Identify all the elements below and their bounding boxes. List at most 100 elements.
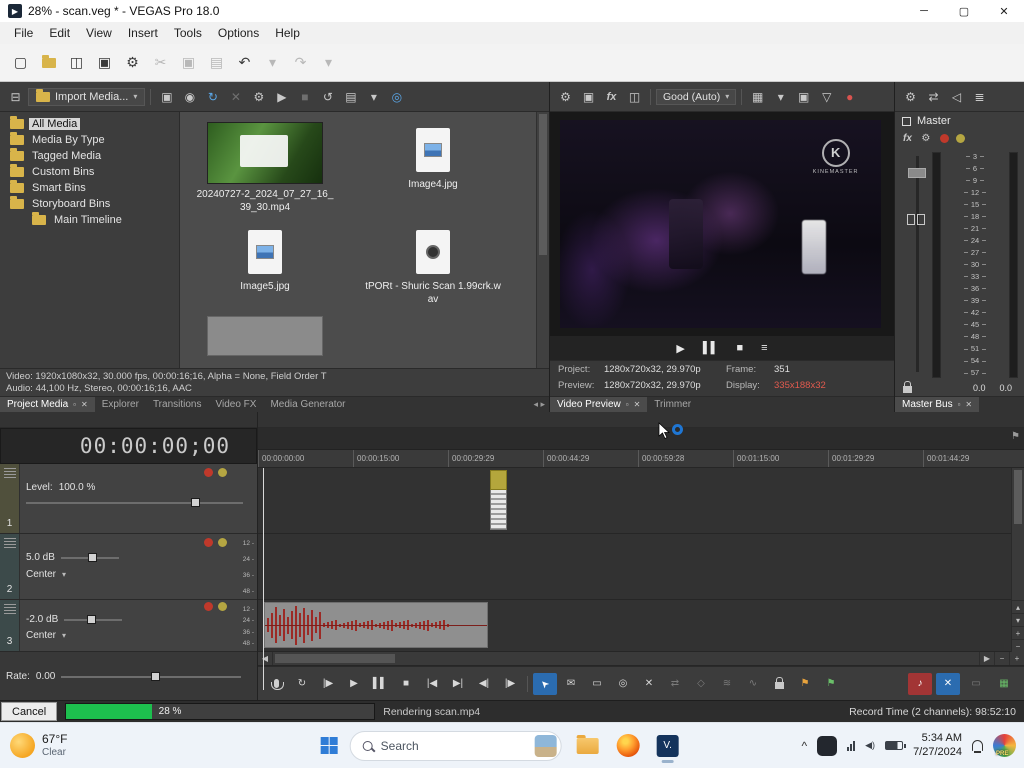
mute-all-audio-button[interactable]: ♪ — [908, 672, 932, 695]
mute-button[interactable] — [939, 133, 949, 143]
previous-frame-button[interactable]: ◀| — [472, 673, 496, 695]
track-grip[interactable]: 1 — [0, 464, 20, 533]
taskbar-app-explorer[interactable] — [574, 732, 602, 760]
play-from-start-button[interactable]: |▶ — [316, 673, 340, 695]
search-media-button[interactable]: ◎ — [386, 86, 407, 107]
tree-item-smart-bins[interactable]: Smart Bins — [0, 180, 179, 196]
next-frame-button[interactable]: |▶ — [498, 673, 522, 695]
close-tab-icon[interactable]: ✕ — [81, 400, 88, 409]
volume-icon[interactable]: ◀) — [865, 740, 875, 751]
media-item[interactable]: 20240727-2_2024_07_27_16_39_30.mp4 — [190, 122, 340, 214]
marker-bar[interactable]: ⚑ — [258, 428, 1024, 450]
audio-event[interactable] — [264, 602, 488, 648]
taskbar-app-firefox[interactable] — [614, 732, 642, 760]
loop-playback-button[interactable]: ↻ — [290, 673, 314, 695]
hidden-icons-chevron[interactable]: ^ — [802, 739, 808, 753]
preview-stop-button[interactable]: ■ — [736, 342, 743, 354]
erase-tool[interactable]: ✕ — [637, 673, 661, 695]
tree-item-custom-bins[interactable]: Custom Bins — [0, 164, 179, 180]
tab-scroll-arrows[interactable]: ◂ ▸ — [529, 399, 549, 410]
volume-slider[interactable] — [60, 552, 119, 563]
battery-icon[interactable] — [885, 741, 906, 750]
media-views-button[interactable]: ▤ — [340, 86, 361, 107]
new-project-button[interactable]: ▢ — [8, 50, 33, 75]
import-media-button[interactable]: Import Media... ▾ — [28, 87, 146, 106]
save-project-button[interactable]: ◫ — [64, 50, 89, 75]
go-to-end-button[interactable]: ▶| — [446, 673, 470, 695]
tray-app-icon[interactable] — [817, 735, 838, 756]
track-grip[interactable]: 2 — [0, 534, 20, 599]
lock-icon[interactable] — [903, 381, 912, 393]
pan-dropdown-icon[interactable]: ▾ — [62, 631, 66, 640]
dim-output-button[interactable]: ◁ — [946, 86, 967, 107]
audio-track-lane[interactable] — [258, 534, 1024, 600]
video-event[interactable] — [490, 470, 507, 530]
tab-video-fx[interactable]: Video FX — [208, 397, 263, 413]
preview-quality-select[interactable]: Good (Auto) ▾ — [656, 88, 737, 105]
normal-edit-tool[interactable]: ➤ — [533, 672, 557, 695]
zoom-out-button[interactable]: − — [994, 652, 1009, 665]
media-item[interactable]: tPORt - Shuric Scan 1.99crk.wav — [358, 224, 508, 306]
float-window-icon[interactable]: ▫ — [73, 400, 76, 409]
downmix-output-button[interactable]: ⇄ — [923, 86, 944, 107]
float-window-icon[interactable]: ▫ — [626, 400, 629, 409]
fx-button[interactable]: fx — [903, 133, 912, 144]
scrollbar-thumb[interactable] — [275, 654, 395, 663]
tab-project-media[interactable]: Project Media ▫ ✕ — [0, 396, 95, 413]
tab-master-bus[interactable]: Master Bus ▫ ✕ — [895, 396, 980, 413]
mute-button[interactable] — [204, 538, 213, 547]
preview-menu-button[interactable]: ≡ — [761, 342, 767, 354]
network-icon[interactable] — [847, 740, 856, 751]
mixer-grid-button[interactable]: ▦ — [992, 673, 1016, 695]
tab-video-preview[interactable]: Video Preview ▫ ✕ — [550, 396, 648, 413]
rate-slider[interactable] — [61, 671, 241, 682]
tab-media-generator[interactable]: Media Generator — [263, 397, 352, 413]
menu-options[interactable]: Options — [210, 24, 267, 42]
fader-handle[interactable] — [908, 168, 926, 178]
master-properties-button[interactable]: ⚙ — [900, 86, 921, 107]
scrollbar-thumb[interactable] — [1014, 470, 1022, 524]
automation-settings-icon[interactable]: ⚙ — [919, 131, 933, 145]
close-button[interactable]: ✕ — [984, 0, 1024, 22]
zoom-in-track-button[interactable]: + — [1012, 626, 1024, 639]
go-to-start-button[interactable]: |◀ — [420, 673, 444, 695]
minimize-button[interactable]: ─ — [904, 0, 944, 22]
level-slider[interactable] — [26, 497, 243, 508]
video-track-lane[interactable] — [258, 468, 1024, 534]
close-tab-icon[interactable]: ✕ — [965, 400, 972, 409]
pause-button[interactable]: ▌▌ — [368, 673, 392, 695]
preview-pause-button[interactable]: ▌▌ — [703, 342, 719, 354]
search-highlight-image[interactable] — [534, 734, 557, 757]
capture-video-button[interactable]: ▣ — [156, 86, 177, 107]
pan-dropdown-icon[interactable]: ▾ — [62, 570, 66, 579]
auto-preview-button[interactable]: ↺ — [317, 86, 338, 107]
solo-button[interactable] — [955, 133, 965, 143]
cancel-button[interactable]: Cancel — [1, 702, 58, 721]
zoom-in-button[interactable]: + — [1009, 652, 1024, 665]
audio-track-header[interactable]: 3 -2.0 dB Center ▾ 12243648 — [0, 600, 257, 652]
solo-button[interactable] — [218, 602, 227, 611]
record-button[interactable] — [264, 673, 288, 695]
time-ruler[interactable]: 00:00:00:00 00:00:15:00 00:00:29:29 00:00:4… — [258, 450, 1024, 468]
maximize-button[interactable]: ▢ — [944, 0, 984, 22]
marker-tool-icon[interactable]: ⚑ — [1011, 431, 1020, 442]
media-properties-button[interactable]: ⚙ — [248, 86, 269, 107]
zoom-edit-tool[interactable]: ◎ — [611, 673, 635, 695]
video-track-header[interactable]: 1 Level: 100.0 % — [0, 464, 257, 534]
dock-icon[interactable]: ⊟ — [5, 86, 26, 107]
tree-item-storyboard-bins[interactable]: Storyboard Bins — [0, 196, 179, 212]
grid-dropdown[interactable]: ▾ — [770, 86, 791, 107]
solo-button[interactable] — [218, 468, 227, 477]
play-button[interactable]: ▶ — [342, 673, 366, 695]
clock[interactable]: 5:34 AM 7/27/2024 — [913, 732, 962, 760]
media-item[interactable]: Image4.jpg — [358, 122, 508, 214]
start-preview-button[interactable]: ▶ — [271, 86, 292, 107]
scrollbar-track[interactable] — [273, 652, 979, 665]
get-media-from-web-button[interactable]: ↻ — [202, 86, 223, 107]
slider-handle[interactable] — [151, 671, 161, 681]
external-monitor-button[interactable]: ▣ — [578, 86, 599, 107]
colorful-tray-icon[interactable]: PRE — [993, 734, 1016, 757]
notification-bell-icon[interactable] — [972, 740, 983, 753]
mute-all-video-button[interactable]: ✕ — [936, 672, 960, 695]
scroll-up-button[interactable]: ▴ — [1012, 600, 1024, 613]
